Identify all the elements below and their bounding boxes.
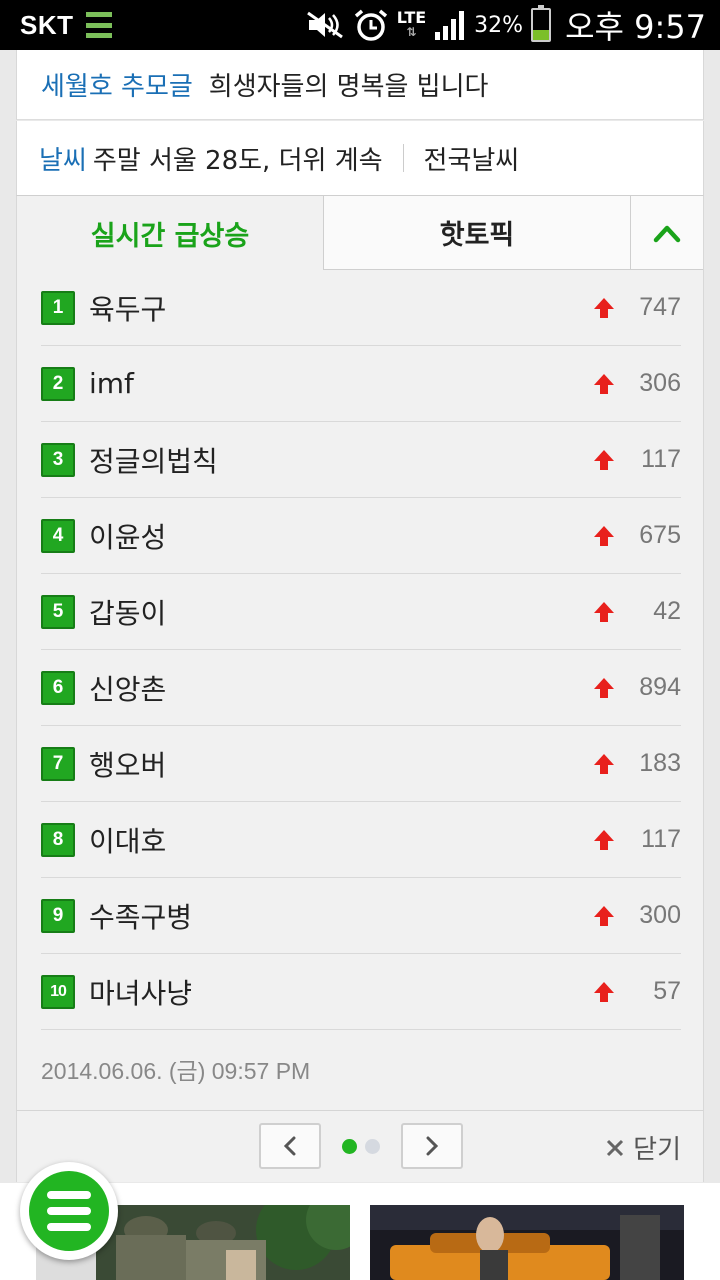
- ranking-row[interactable]: 5 갑동이 42: [41, 574, 681, 650]
- ranking-tabs: 실시간 급상승 핫토픽: [17, 196, 703, 270]
- rank-badge: 8: [41, 822, 75, 857]
- rank-change-count: 306: [639, 369, 681, 397]
- close-label: 닫기: [633, 1135, 681, 1165]
- chevron-left-icon: [283, 1136, 296, 1156]
- weather-label[interactable]: 날씨: [39, 140, 87, 177]
- rank-badge: 6: [41, 670, 75, 705]
- keyword-link[interactable]: 정글의법칙: [89, 440, 593, 480]
- national-weather-link[interactable]: 전국날씨: [424, 140, 520, 177]
- notification-icon: [85, 12, 112, 38]
- ranking-row[interactable]: 6 신앙촌 894: [41, 650, 681, 726]
- memorial-link[interactable]: 세월호 추모글: [41, 66, 193, 103]
- carrier-label: SKT: [20, 9, 74, 40]
- keyword-link[interactable]: imf: [89, 367, 593, 400]
- rank-change-count: 42: [653, 597, 681, 625]
- news-thumbnail[interactable]: [370, 1205, 684, 1280]
- status-bar: SKT LTE ⇅ 32% 오후 9:57: [0, 0, 720, 50]
- rank-change-count: 57: [653, 977, 681, 1005]
- up-arrow-icon: [594, 601, 614, 622]
- tab-hot-topic[interactable]: 핫토픽: [323, 196, 630, 270]
- menu-button[interactable]: [20, 1162, 118, 1260]
- rank-badge: 10: [41, 974, 75, 1009]
- page-dot-active[interactable]: [342, 1139, 357, 1154]
- ranking-row[interactable]: 1 육두구 747: [41, 270, 681, 346]
- ranking-pager: 닫기: [16, 1110, 704, 1182]
- up-arrow-icon: [594, 753, 614, 774]
- ranking-row[interactable]: 2 imf 306: [41, 346, 681, 422]
- rank-badge: 3: [41, 442, 75, 477]
- memorial-banner[interactable]: 세월호 추모글 희생자들의 명복을 빕니다: [16, 50, 704, 120]
- rank-badge: 9: [41, 898, 75, 933]
- rank-change-count: 894: [639, 673, 681, 701]
- weather-headline[interactable]: 주말 서울 28도, 더위 계속: [93, 140, 383, 177]
- rank-badge: 2: [41, 366, 75, 401]
- weather-bar: 날씨 주말 서울 28도, 더위 계속 전국날씨: [16, 121, 704, 196]
- rank-change-count: 675: [639, 521, 681, 549]
- close-icon: [607, 1139, 624, 1156]
- rank-badge: 5: [41, 594, 75, 629]
- up-arrow-icon: [594, 829, 614, 850]
- battery-percent: 32%: [474, 12, 524, 38]
- collapse-button[interactable]: [630, 196, 703, 270]
- ranking-row[interactable]: 10 마녀사냥 57: [41, 954, 681, 1030]
- clock: 오후 9:57: [565, 8, 706, 46]
- rank-change-count: 183: [639, 749, 681, 777]
- rank-change-count: 300: [639, 901, 681, 929]
- chevron-up-icon: [653, 225, 681, 242]
- keyword-link[interactable]: 이윤성: [89, 516, 593, 556]
- up-arrow-icon: [594, 905, 614, 926]
- signal-icon: [434, 10, 466, 40]
- chevron-right-icon: [426, 1136, 439, 1156]
- up-arrow-icon: [594, 981, 614, 1002]
- keyword-link[interactable]: 행오버: [89, 744, 593, 784]
- keyword-link[interactable]: 신앙촌: [89, 668, 593, 708]
- network-type: LTE ⇅: [396, 8, 427, 40]
- battery-icon: [531, 5, 552, 42]
- next-page-button[interactable]: [401, 1123, 463, 1169]
- hamburger-menu-icon: [29, 1171, 109, 1251]
- up-arrow-icon: [594, 677, 614, 698]
- keyword-link[interactable]: 마녀사냥: [89, 972, 593, 1012]
- realtime-ranking-panel: 실시간 급상승 핫토픽 1 육두구 747 2 imf 306 3 정글의법칙 117 4 이윤성 6…: [16, 196, 704, 1110]
- rank-change-count: 747: [639, 293, 681, 321]
- rank-badge: 7: [41, 746, 75, 781]
- close-button[interactable]: 닫기: [605, 1129, 681, 1166]
- up-arrow-icon: [594, 297, 614, 318]
- page-dot[interactable]: [365, 1139, 380, 1154]
- rank-change-count: 117: [641, 825, 681, 853]
- prev-page-button[interactable]: [259, 1123, 321, 1169]
- up-arrow-icon: [594, 449, 614, 470]
- keyword-link[interactable]: 갑동이: [89, 592, 593, 632]
- keyword-link[interactable]: 수족구병: [89, 896, 593, 936]
- keyword-link[interactable]: 육두구: [89, 288, 593, 328]
- up-arrow-icon: [594, 373, 614, 394]
- tab-realtime[interactable]: 실시간 급상승: [17, 196, 323, 270]
- rank-change-count: 117: [641, 445, 681, 473]
- memorial-text[interactable]: 희생자들의 명복을 빕니다: [209, 66, 489, 103]
- ranking-row[interactable]: 3 정글의법칙 117: [41, 422, 681, 498]
- update-timestamp: 2014.06.06. (금) 09:57 PM: [41, 1058, 311, 1084]
- rank-badge: 4: [41, 518, 75, 553]
- up-arrow-icon: [594, 525, 614, 546]
- alarm-icon: [353, 8, 389, 42]
- ranking-row[interactable]: 4 이윤성 675: [41, 498, 681, 574]
- ranking-row[interactable]: 7 행오버 183: [41, 726, 681, 802]
- rank-badge: 1: [41, 290, 75, 325]
- ranking-row[interactable]: 8 이대호 117: [41, 802, 681, 878]
- divider: [402, 144, 404, 172]
- mute-icon: [305, 10, 345, 40]
- keyword-link[interactable]: 이대호: [89, 820, 593, 860]
- ranking-list: 1 육두구 747 2 imf 306 3 정글의법칙 117 4 이윤성 675 5 갑동이 42 6 신앙촌…: [41, 270, 681, 1030]
- ranking-row[interactable]: 9 수족구병 300: [41, 878, 681, 954]
